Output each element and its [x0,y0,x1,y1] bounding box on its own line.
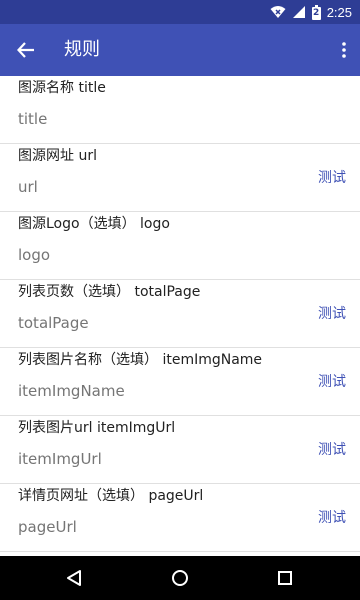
more-vert-icon [342,42,346,58]
item-img-url-input[interactable]: itemImgUrl [18,448,102,470]
nav-home-icon [172,570,188,586]
field-label: 详情页网址（选填） pageUrl [18,488,204,504]
page-title: 规则 [64,39,100,60]
test-item-img-name-button[interactable]: 测试 [318,372,346,392]
nav-recents-button[interactable] [273,566,297,590]
page-url-input[interactable]: pageUrl [18,516,77,538]
back-button[interactable] [14,38,38,62]
status-bar: 2 2:25 [0,0,360,24]
battery-icon: 2 [311,4,321,20]
battery-level-text: 2 [313,7,320,18]
navigation-bar [0,556,360,600]
status-time: 2:25 [326,4,352,20]
field-label: 图源名称 title [18,80,106,96]
field-label: 列表图片url itemImgUrl [18,420,176,436]
back-arrow-icon [17,42,34,58]
nav-back-icon [67,570,81,586]
field-label: 列表页数（选填） totalPage [18,284,201,300]
nav-recents-icon [278,571,292,585]
rule-row-page-url: 详情页网址（选填） pageUrl pageUrl 测试 [0,484,360,552]
rule-row-title: 图源名称 title title [0,76,360,144]
test-page-url-button[interactable]: 测试 [318,508,346,528]
item-img-name-input[interactable]: itemImgName [18,380,125,402]
rule-row-item-img-url: 列表图片url itemImgUrl itemImgUrl 测试 [0,416,360,484]
logo-input[interactable]: logo [18,244,50,266]
url-input[interactable]: url [18,176,38,198]
field-label: 图源Logo（选填） logo [18,216,170,232]
nav-home-button[interactable] [168,566,192,590]
rule-row-total-page: 列表页数（选填） totalPage totalPage 测试 [0,280,360,348]
field-label: 图源网址 url [18,148,97,164]
more-options-button[interactable] [340,38,348,62]
field-label: 列表图片名称（选填） itemImgName [18,352,263,368]
test-total-page-button[interactable]: 测试 [318,304,346,324]
rules-list[interactable]: 图源名称 title title 图源网址 url url 测试 图源Logo（… [0,76,360,556]
rule-row-url: 图源网址 url url 测试 [0,144,360,212]
wifi-icon [270,5,286,19]
title-input[interactable]: title [18,108,47,130]
total-page-input[interactable]: totalPage [18,312,89,334]
nav-back-button[interactable] [62,566,86,590]
app-bar: 规则 [0,24,360,76]
test-item-img-url-button[interactable]: 测试 [318,440,346,460]
test-url-button[interactable]: 测试 [318,168,346,188]
signal-icon [292,5,306,19]
rule-row-item-img-name: 列表图片名称（选填） itemImgName itemImgName 测试 [0,348,360,416]
rule-row-logo: 图源Logo（选填） logo logo [0,212,360,280]
status-icons: 2 2:25 [270,4,352,20]
